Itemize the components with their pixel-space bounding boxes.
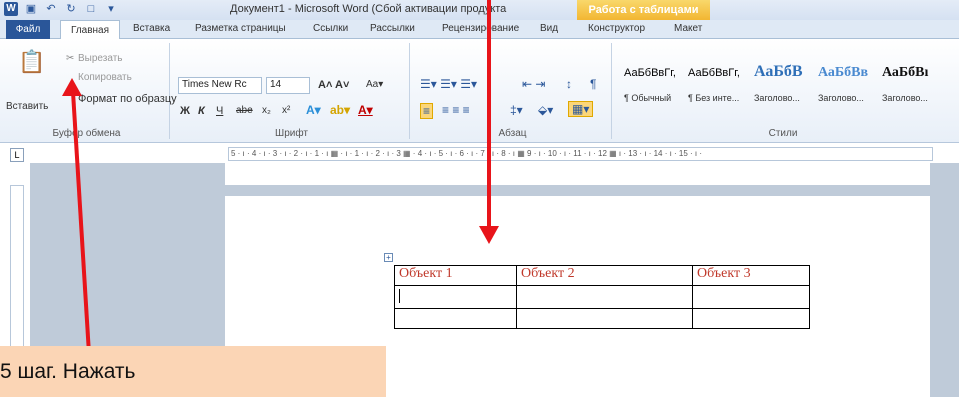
style-name: Заголово... xyxy=(818,93,864,103)
scissors-icon: ✂ xyxy=(66,53,75,64)
table-cell[interactable]: Объект 1 xyxy=(394,265,517,286)
tab-view[interactable]: Вид xyxy=(540,23,558,34)
table-row xyxy=(394,285,810,309)
window-title: Документ1 - Microsoft Word (Сбой активац… xyxy=(230,3,507,15)
table-cell[interactable] xyxy=(692,285,810,309)
align-left-icon[interactable]: ≡ xyxy=(420,103,434,119)
indent-icon[interactable]: ⇤ ⇥ xyxy=(522,77,545,91)
paste-button[interactable]: Вставить xyxy=(6,101,48,112)
style-sample: АаБбВ xyxy=(754,63,803,80)
cut-button[interactable]: Вырезать xyxy=(78,53,122,64)
style-heading-3[interactable]: АаБбВı Заголово... xyxy=(882,63,944,109)
sort-icon[interactable]: ↕ xyxy=(566,77,572,91)
table-row: Объект 1 Объект 2 Объект 3 xyxy=(394,265,810,286)
bullets-icon[interactable]: ☰▾ ☰▾ ☰▾ xyxy=(420,77,477,91)
table-tools-title: Работа с таблицами xyxy=(577,0,710,20)
styles-group-label: Стили xyxy=(768,128,798,139)
style-name: ¶ Без инте... xyxy=(688,93,740,103)
change-case-icon[interactable]: Aa▾ xyxy=(366,79,383,90)
style-sample: АаБбВвГг, xyxy=(688,67,740,79)
font-family-select[interactable]: Times New Rc xyxy=(178,77,262,94)
table-move-icon[interactable]: + xyxy=(384,253,393,262)
title-bar: W ▣ ↶ ↻ □ ▾ Документ1 - Microsoft Word (… xyxy=(0,0,959,20)
format-painter-button[interactable]: Формат по образцу xyxy=(78,93,177,105)
tab-layout[interactable]: Макет xyxy=(674,23,702,34)
word-icon[interactable]: W xyxy=(4,2,18,16)
tab-design[interactable]: Конструктор xyxy=(588,23,645,34)
align-center-icon[interactable]: ≡ ≡ ≡ xyxy=(442,103,470,117)
tab-review[interactable]: Рецензирование xyxy=(442,23,519,34)
table-cell[interactable] xyxy=(394,308,517,329)
previous-page xyxy=(225,163,930,185)
table-cell[interactable] xyxy=(516,308,693,329)
grow-font-icon[interactable]: A˄ A˅ xyxy=(318,79,349,91)
redo-icon[interactable]: ↻ xyxy=(64,2,78,16)
tab-file[interactable]: Файл xyxy=(6,20,50,39)
bold-button[interactable]: Ж xyxy=(180,105,190,117)
new-document-icon[interactable]: □ xyxy=(84,2,98,16)
annotation-arrowhead-up xyxy=(62,78,82,96)
annotation-arrowhead-down xyxy=(479,226,499,244)
clipboard-group: 📋 Вставить ✂ Вырезать Копировать Формат … xyxy=(4,43,177,139)
style-heading-1[interactable]: АаБбВ Заголово... xyxy=(754,63,816,109)
save-icon[interactable]: ▣ xyxy=(24,2,38,16)
style-name: Заголово... xyxy=(754,93,800,103)
text-effects-icon[interactable]: A▾ xyxy=(306,103,321,117)
subscript-button[interactable]: x₂ xyxy=(262,105,271,116)
quick-access-toolbar: W ▣ ↶ ↻ □ ▾ xyxy=(4,2,118,16)
table-row xyxy=(394,308,810,329)
tab-insert[interactable]: Вставка xyxy=(133,23,170,34)
font-group-label: Шрифт xyxy=(275,128,308,139)
tab-page-layout[interactable]: Разметка страницы xyxy=(195,23,286,34)
horizontal-ruler[interactable]: 5 · ı · 4 · ı · 3 · ı · 2 · ı · 1 · ı ▦ … xyxy=(228,147,933,161)
tab-mailings[interactable]: Рассылки xyxy=(370,23,415,34)
ribbon: 📋 Вставить ✂ Вырезать Копировать Формат … xyxy=(0,39,959,143)
style-normal[interactable]: АаБбВвГг, ¶ Обычный xyxy=(624,63,686,109)
tab-selector-icon[interactable]: L xyxy=(10,148,24,162)
table-cell[interactable] xyxy=(394,285,517,309)
tab-home[interactable]: Главная xyxy=(60,20,120,40)
style-sample: АаБбВвГг, xyxy=(624,67,676,79)
font-group: Times New Rc 14 A˄ A˅ Aa▾ Ж К Ч abe x₂ x… xyxy=(174,43,410,139)
italic-button[interactable]: К xyxy=(198,105,205,117)
paste-icon[interactable]: 📋 xyxy=(18,49,45,79)
text-cursor xyxy=(399,289,400,303)
customize-chevron-icon[interactable]: ▾ xyxy=(104,2,118,16)
style-name: Заголово... xyxy=(882,93,928,103)
style-sample: АаБбВı xyxy=(882,65,929,80)
table-cell[interactable]: Объект 3 xyxy=(692,265,810,286)
style-no-spacing[interactable]: АаБбВвГг, ¶ Без инте... xyxy=(688,63,750,109)
undo-icon[interactable]: ↶ xyxy=(44,2,58,16)
shading-icon[interactable]: ⬙▾ xyxy=(538,103,553,117)
style-sample: АаБбВв xyxy=(818,65,869,80)
style-heading-2[interactable]: АаБбВв Заголово... xyxy=(818,63,880,109)
line-spacing-icon[interactable]: ‡▾ xyxy=(510,103,523,117)
tab-references[interactable]: Ссылки xyxy=(313,23,348,34)
font-size-select[interactable]: 14 xyxy=(266,77,310,94)
table-cell[interactable] xyxy=(516,285,693,309)
pilcrow-icon[interactable]: ¶ xyxy=(590,77,596,91)
borders-icon[interactable]: ▦▾ xyxy=(568,101,594,117)
document-table[interactable]: Объект 1 Объект 2 Объект 3 xyxy=(394,265,810,329)
table-cell[interactable] xyxy=(692,308,810,329)
paragraph-group-label: Абзац xyxy=(498,128,527,139)
paragraph-group: ☰▾ ☰▾ ☰▾ ⇤ ⇥ ↕ ¶ ≡ ≡ ≡ ≡ ‡▾ ⬙▾ ▦▾ Абзац xyxy=(414,43,612,139)
table-cell[interactable]: Объект 2 xyxy=(516,265,693,286)
strikethrough-button[interactable]: abe xyxy=(236,105,253,116)
copy-button[interactable]: Копировать xyxy=(78,72,132,83)
annotation-arrow-down xyxy=(487,0,491,232)
style-name: ¶ Обычный xyxy=(624,93,672,103)
ribbon-tabs: Файл Главная Вставка Разметка страницы С… xyxy=(0,20,959,59)
styles-group: АаБбВвГг, ¶ Обычный АаБбВвГг, ¶ Без инте… xyxy=(618,43,948,139)
clipboard-group-label: Буфер обмена xyxy=(52,128,121,139)
font-color-icon[interactable]: A▾ xyxy=(358,103,373,117)
superscript-button[interactable]: x² xyxy=(282,105,290,116)
instruction-callout: 5 шаг. Нажать xyxy=(0,346,386,397)
underline-button[interactable]: Ч xyxy=(216,105,223,117)
highlight-icon[interactable]: ab▾ xyxy=(330,103,350,117)
